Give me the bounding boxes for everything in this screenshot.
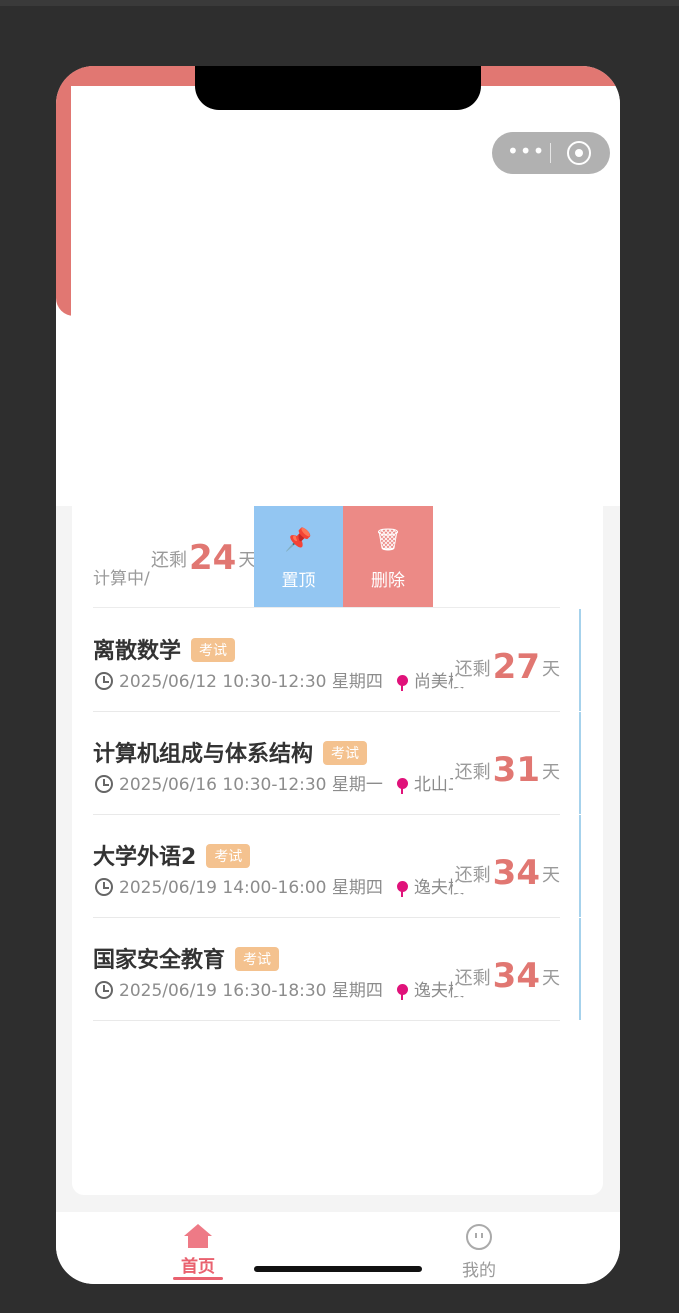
location-pin-icon bbox=[396, 675, 408, 691]
pin-to-top-button[interactable]: 📌 置顶 bbox=[254, 506, 343, 607]
exam-row[interactable]: 离散数学 考试 2025/06/12 10:30-12:30 星期四 尚美楼 还剩2… bbox=[93, 609, 581, 712]
exam-meta: 2025/06/16 10:30-12:30 星期一 北山二 bbox=[95, 770, 475, 795]
exam-row[interactable]: 大学外语2 考试 2025/06/19 14:00-16:00 星期四 逸夫楼 还剩… bbox=[93, 815, 581, 918]
exam-title: 大学外语2 考试 bbox=[93, 839, 251, 871]
exam-row[interactable]: 国家安全教育 考试 2025/06/19 16:30-18:30 星期四 逸夫楼 还… bbox=[93, 918, 581, 1021]
exam-title: 计算机组成与体系结构 考试 bbox=[93, 736, 368, 768]
days-count: 27 bbox=[492, 647, 540, 687]
more-dots-icon[interactable]: ••• bbox=[507, 141, 544, 161]
pushpin-icon: 📌 bbox=[284, 528, 313, 553]
row-accent-bar bbox=[579, 815, 581, 917]
exam-meta: 2025/06/12 10:30-12:30 星期四 尚美楼 bbox=[95, 667, 475, 692]
active-tab-underline bbox=[173, 1277, 223, 1280]
location-pin-icon bbox=[396, 984, 408, 1000]
exam-tag: 考试 bbox=[323, 741, 368, 765]
capsule-divider bbox=[550, 143, 551, 163]
exam-remaining: 还剩34 天 bbox=[452, 853, 560, 893]
trash-icon: 🗑 bbox=[374, 528, 402, 553]
delete-label: 删除 bbox=[371, 571, 405, 591]
clock-icon bbox=[95, 775, 113, 793]
exam-remaining: 还剩31 天 bbox=[452, 750, 560, 790]
bottom-tab-bar: 首页 我的 bbox=[56, 1212, 620, 1284]
content-background: 计算中/ 还剩24 天 离散数学 考试 2025/06/12 10:30-12:30… bbox=[56, 506, 620, 1212]
pin-to-top-label: 置顶 bbox=[281, 571, 316, 591]
swiped-exam-name: 计算中/ bbox=[93, 569, 150, 589]
exam-remaining: 还剩27 天 bbox=[452, 647, 560, 687]
days-count: 34 bbox=[492, 853, 540, 893]
exam-tag: 考试 bbox=[191, 638, 236, 662]
target-icon[interactable] bbox=[567, 141, 591, 165]
tab-me-label: 我的 bbox=[462, 1261, 496, 1281]
row-accent-bar bbox=[579, 712, 581, 814]
face-icon bbox=[466, 1224, 492, 1250]
phone-frame: ••• 计算中/ 还剩24 天 离散数学 考试 2025/06/12 10:30-1… bbox=[56, 66, 620, 1284]
exam-remaining: 还剩34 天 bbox=[452, 956, 560, 996]
exam-meta: 2025/06/19 16:30-18:30 星期四 逸夫楼 bbox=[95, 976, 475, 1001]
clock-icon bbox=[95, 672, 113, 690]
clock-icon bbox=[95, 981, 113, 999]
row-accent-bar bbox=[579, 609, 581, 711]
delete-button[interactable]: 🗑 删除 bbox=[343, 506, 433, 607]
location-pin-icon bbox=[396, 778, 408, 794]
tab-home[interactable]: 首页 bbox=[170, 1224, 226, 1280]
days-count: 34 bbox=[492, 956, 540, 996]
tab-home-label: 首页 bbox=[181, 1257, 215, 1277]
row-accent-bar bbox=[579, 918, 581, 1020]
home-icon bbox=[184, 1224, 212, 1248]
exam-list-card: 计算中/ 还剩24 天 离散数学 考试 2025/06/12 10:30-12:30… bbox=[72, 506, 603, 1195]
clock-icon bbox=[95, 878, 113, 896]
home-indicator bbox=[254, 1266, 422, 1272]
mini-program-capsule[interactable]: ••• bbox=[492, 132, 610, 174]
location-pin-icon bbox=[396, 881, 408, 897]
swiped-exam-remaining: 还剩24 天 bbox=[151, 538, 257, 578]
exam-tag: 考试 bbox=[206, 844, 251, 868]
exam-title: 离散数学 考试 bbox=[93, 633, 236, 665]
exam-row[interactable]: 计算机组成与体系结构 考试 2025/06/16 10:30-12:30 星期一北… bbox=[93, 712, 581, 815]
top-strip bbox=[0, 0, 679, 6]
phone-notch bbox=[195, 66, 481, 110]
days-count: 31 bbox=[492, 750, 540, 790]
exam-title: 国家安全教育 考试 bbox=[93, 942, 280, 974]
days-count: 24 bbox=[189, 538, 237, 578]
exam-meta: 2025/06/19 14:00-16:00 星期四 逸夫楼 bbox=[95, 873, 475, 898]
tab-me[interactable]: 我的 bbox=[451, 1224, 507, 1281]
exam-tag: 考试 bbox=[235, 947, 280, 971]
